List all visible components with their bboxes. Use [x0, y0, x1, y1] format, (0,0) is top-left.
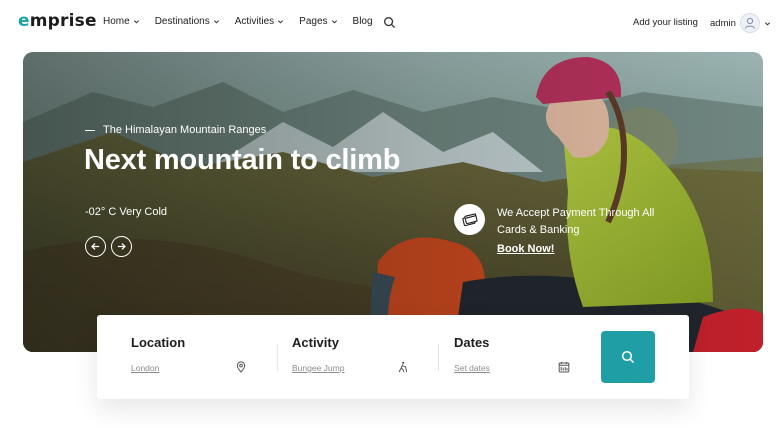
book-now-link[interactable]: Book Now!: [497, 243, 554, 255]
eyebrow-text: The Himalayan Mountain Ranges: [103, 124, 267, 136]
chevron-down-icon: [331, 20, 337, 24]
activity-value[interactable]: Bungee Jump: [292, 363, 344, 373]
nav-item-home[interactable]: Home: [103, 16, 140, 27]
search-panel: Location London Activity Bungee Jump Dat…: [97, 315, 689, 399]
nav-item-destinations[interactable]: Destinations: [155, 16, 220, 27]
location-value[interactable]: London: [131, 363, 159, 373]
search-icon[interactable]: [383, 16, 396, 29]
activity-label: Activity: [292, 335, 339, 350]
chevron-down-icon: [278, 20, 284, 24]
hero-headline: Next mountain to climb: [84, 144, 401, 176]
arrow-right-icon: [117, 243, 126, 250]
next-slide-button[interactable]: [111, 236, 132, 257]
add-listing-link[interactable]: Add your listing: [633, 17, 698, 28]
logo-mark: e: [18, 11, 30, 31]
prev-slide-button[interactable]: [85, 236, 106, 257]
chevron-down-icon: [133, 20, 139, 24]
hiking-icon: [398, 361, 408, 373]
payment-badge: [454, 204, 485, 235]
nav-item-pages[interactable]: Pages: [299, 16, 337, 27]
nav-item-activities[interactable]: Activities: [235, 16, 284, 27]
user-menu[interactable]: admin: [710, 13, 771, 33]
calendar-icon: [558, 362, 570, 373]
search-button[interactable]: [601, 331, 655, 383]
search-icon: [621, 350, 635, 364]
dates-value[interactable]: Set dates: [454, 363, 490, 373]
logo[interactable]: emprise: [18, 11, 97, 31]
site-header: emprise Home Destinations Activities Pag…: [0, 0, 784, 46]
arrow-left-icon: [91, 243, 100, 250]
weather-info: -02° C Very Cold: [85, 206, 168, 218]
hero-banner: The Himalayan Mountain Ranges Next mount…: [23, 52, 763, 352]
hero-eyebrow: The Himalayan Mountain Ranges: [85, 124, 266, 136]
field-divider: [277, 344, 278, 371]
location-label: Location: [131, 335, 186, 350]
location-field[interactable]: Location London: [131, 315, 261, 399]
map-pin-icon: [236, 361, 246, 373]
nav-label: Pages: [299, 16, 328, 27]
chevron-down-icon: [764, 21, 770, 26]
nav-label: Blog: [352, 16, 373, 27]
dates-field[interactable]: Dates Set dates: [454, 315, 584, 399]
hero-overlay: [23, 52, 763, 352]
user-avatar-icon: [739, 13, 760, 33]
nav-label: Activities: [234, 16, 275, 27]
nav-item-blog[interactable]: Blog: [353, 16, 373, 27]
nav-label: Destinations: [154, 16, 210, 27]
nav-label: Home: [103, 16, 130, 27]
username: admin: [710, 17, 736, 29]
eyebrow-dash: [85, 129, 95, 131]
payment-text: We Accept Payment Through All Cards & Ba…: [497, 207, 655, 236]
chevron-down-icon: [213, 20, 219, 24]
activity-field[interactable]: Activity Bungee Jump: [292, 315, 422, 399]
logo-text: mprise: [29, 11, 97, 31]
main-nav: Home Destinations Activities Pages Blog: [103, 16, 373, 27]
dates-label: Dates: [454, 335, 490, 350]
credit-card-icon: [461, 212, 478, 226]
field-divider: [438, 344, 439, 371]
